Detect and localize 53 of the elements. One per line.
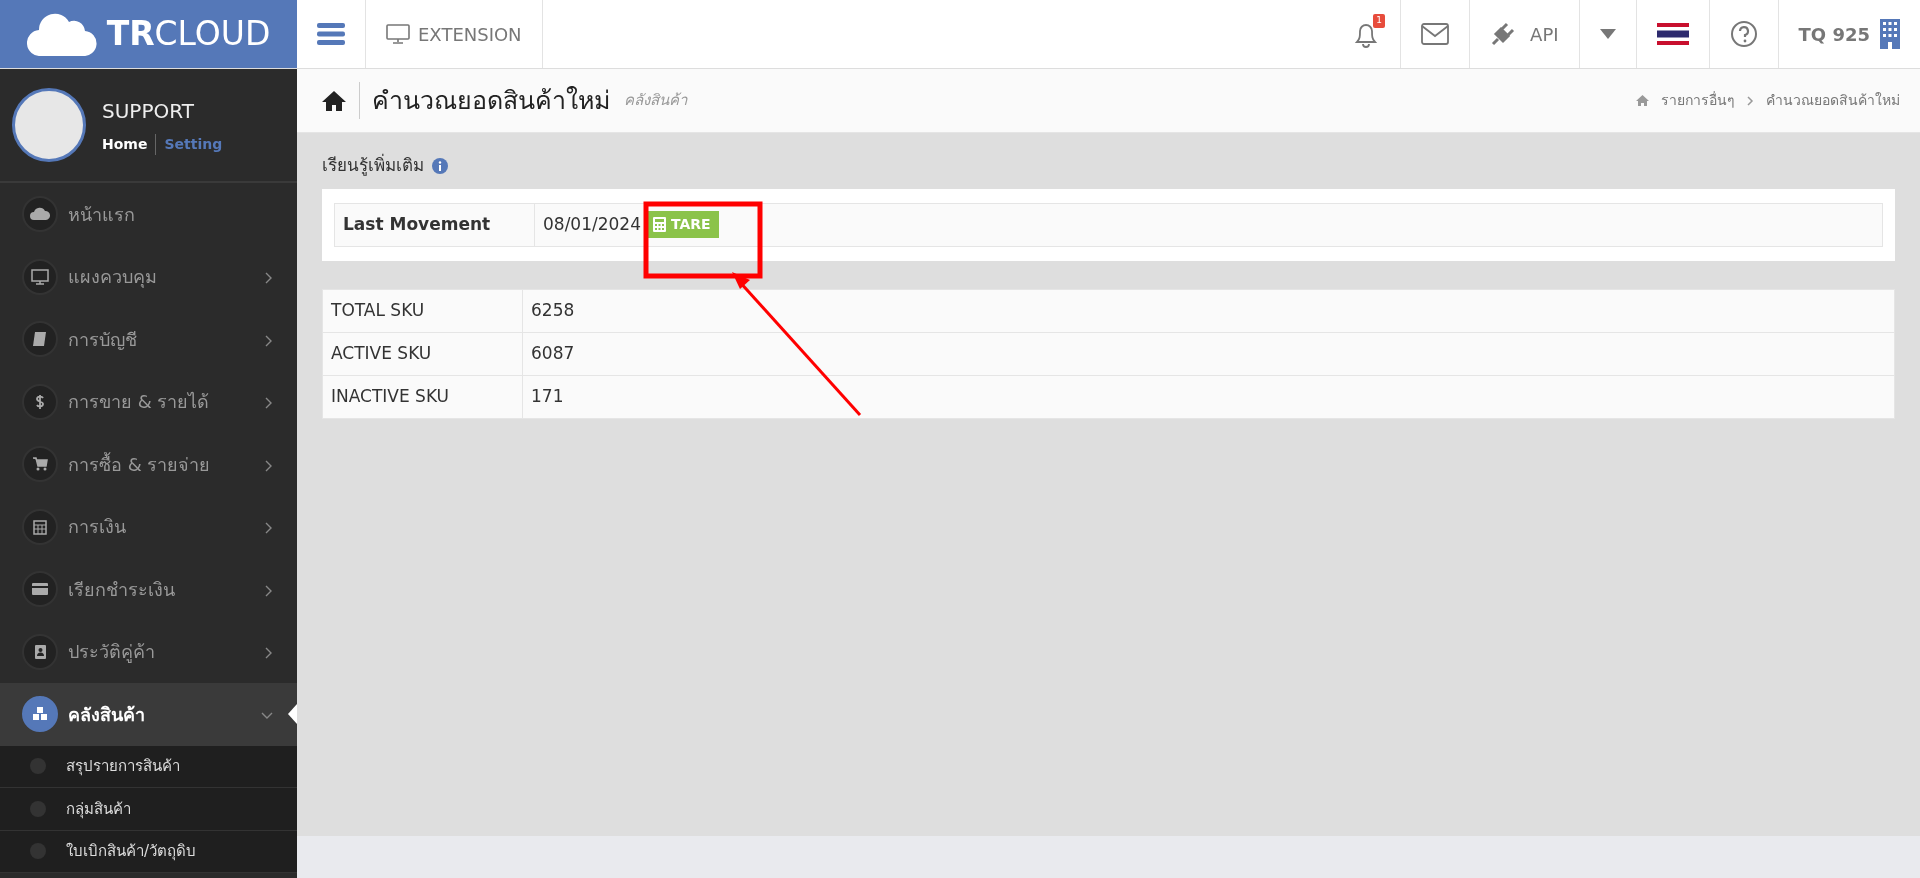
caret-down-icon[interactable] <box>1599 29 1616 39</box>
table-cell: 171 <box>522 375 1895 418</box>
help-icon[interactable] <box>1729 20 1758 48</box>
api-button[interactable]: API <box>1469 0 1579 68</box>
sidebar-item[interactable]: เรียกชำระเงิน <box>0 558 297 621</box>
chevron-right-icon <box>265 584 273 597</box>
sidebar-item[interactable]: คลังสินค้า <box>0 683 297 746</box>
sidebar-item[interactable]: การบัญชี <box>0 308 297 371</box>
chevron-right-icon <box>265 647 273 660</box>
profile-name: SUPPORT <box>102 97 195 125</box>
submenu-item[interactable]: กลุ่มสินค้า <box>66 797 131 820</box>
home-icon[interactable] <box>321 89 347 112</box>
cloud-icon <box>26 12 97 56</box>
profile-link[interactable]: Setting <box>155 133 223 155</box>
chevron-right-icon <box>265 522 273 535</box>
logo-text: TRCLOUD <box>106 13 271 56</box>
sidebar-item[interactable]: แผงควบคุม <box>0 245 297 308</box>
chevron-right-icon <box>1747 95 1754 106</box>
chevron-down-icon <box>261 711 273 720</box>
info-icon[interactable] <box>432 157 448 174</box>
envelope-icon[interactable] <box>1421 23 1450 45</box>
thai-flag-icon[interactable] <box>1656 23 1689 45</box>
plug-icon <box>1490 21 1517 47</box>
chevron-right-icon <box>265 334 273 347</box>
notification-count: 1 <box>1373 14 1386 28</box>
monitor-icon <box>386 24 410 44</box>
chevron-right-icon <box>265 397 273 410</box>
profile-link[interactable]: Home <box>102 133 148 155</box>
table-cell: Last Movement <box>334 203 535 246</box>
chevron-right-icon <box>265 459 273 472</box>
table-cell: INACTIVE SKU <box>322 375 523 418</box>
monitor-icon <box>30 266 50 287</box>
breadcrumb-item[interactable]: รายการอื่นๆ <box>1661 90 1735 111</box>
menu-icon[interactable] <box>317 23 345 45</box>
sidebar-item[interactable]: การเงิน <box>0 495 297 558</box>
calculator-icon <box>653 217 666 232</box>
sidebar-item[interactable]: ประวัติคู่ค้า <box>0 620 297 683</box>
extension-button[interactable]: EXTENSION <box>366 0 543 68</box>
table-cell: 6087 <box>522 332 1895 375</box>
page-title: คำนวณยอดสินค้าใหม่ <box>359 81 610 120</box>
sidebar-item[interactable]: หน้าแรก <box>0 183 297 246</box>
chevron-right-icon <box>265 272 273 285</box>
breadcrumb-item: คำนวณยอดสินค้าใหม่ <box>1766 91 1900 110</box>
sidebar-item[interactable]: การขาย & รายได้ <box>0 370 297 433</box>
building-icon <box>1880 19 1900 49</box>
sidebar-item[interactable]: การซื้อ & รายจ่าย <box>0 433 297 496</box>
table-cell: TOTAL SKU <box>322 289 523 332</box>
learn-more-label: เรียนรู้เพิ่มเติม <box>322 153 424 178</box>
table-cell-text: 08/01/2024 <box>543 212 641 236</box>
page-subtitle: คลังสินค้า <box>624 90 687 112</box>
table-cell: ACTIVE SKU <box>322 332 523 375</box>
table-cell: 6258 <box>522 289 1895 332</box>
account-button[interactable]: TQ 925 <box>1777 0 1920 68</box>
